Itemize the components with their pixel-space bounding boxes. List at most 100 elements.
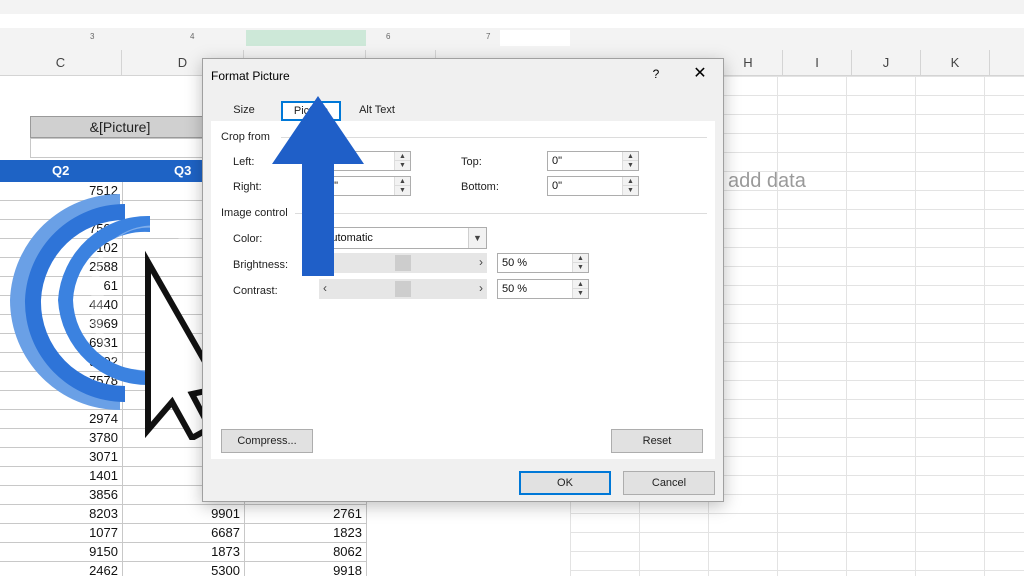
table-cell[interactable]: 3071: [0, 449, 118, 464]
tab-alt-text[interactable]: Alt Text: [349, 101, 405, 121]
contrast-label: Contrast:: [233, 285, 278, 297]
table-cell[interactable]: 2588: [0, 259, 118, 274]
dialog-title: Format Picture: [211, 69, 290, 83]
crop-left-spinner[interactable]: 0" ▲ ▼: [323, 151, 411, 171]
table-row[interactable]: 9150 1873 8062: [0, 543, 366, 562]
spin-up-icon[interactable]: ▲: [395, 152, 410, 161]
table-cell[interactable]: 61: [0, 278, 118, 293]
table-cell[interactable]: 1077: [0, 525, 118, 540]
column-header-i[interactable]: I: [783, 50, 852, 76]
contrast-spinner[interactable]: 50 % ▲ ▼: [497, 279, 589, 299]
table-cell[interactable]: 5300: [122, 563, 240, 576]
spin-down-icon[interactable]: ▼: [573, 289, 588, 298]
table-cell[interactable]: 9901: [122, 506, 240, 521]
crop-bottom-spinner[interactable]: 0" ▲ ▼: [547, 176, 639, 196]
table-cell[interactable]: 8203: [0, 506, 118, 521]
column-header-c[interactable]: C: [0, 50, 122, 76]
spin-down-icon[interactable]: ▼: [395, 161, 410, 170]
chevron-left-icon[interactable]: ‹: [323, 255, 327, 269]
crop-top-value: 0": [552, 155, 563, 167]
table-cell[interactable]: 8062: [244, 544, 362, 559]
table-cell[interactable]: 1401: [0, 468, 118, 483]
table-cell[interactable]: 4981: [0, 392, 118, 407]
color-dropdown[interactable]: Automatic ▼: [319, 227, 487, 249]
column-header-j[interactable]: J: [852, 50, 921, 76]
table-cell[interactable]: 9150: [0, 544, 118, 559]
table-cell[interactable]: 6687: [122, 525, 240, 540]
crop-top-spinner[interactable]: 0" ▲ ▼: [547, 151, 639, 171]
spin-up-icon[interactable]: ▲: [623, 152, 638, 161]
brightness-slider[interactable]: ‹ ›: [319, 253, 487, 273]
crop-left-label: Left:: [233, 156, 255, 168]
cancel-button[interactable]: Cancel: [623, 471, 715, 495]
table-cell[interactable]: 9102: [0, 240, 118, 255]
chevron-right-icon[interactable]: ›: [479, 255, 483, 269]
contrast-thumb[interactable]: [395, 281, 411, 297]
table-row[interactable]: 2462 5300 9918: [0, 562, 366, 576]
table-cell[interactable]: 7506: [0, 221, 118, 236]
reset-button[interactable]: Reset: [611, 429, 703, 453]
group-divider: [295, 213, 707, 214]
ruler-number: 7: [486, 32, 491, 41]
table-cell[interactable]: 1823: [244, 525, 362, 540]
crop-left-value: 0": [328, 155, 339, 167]
spin-down-icon[interactable]: ▼: [623, 186, 638, 195]
chevron-left-icon[interactable]: ‹: [323, 281, 327, 295]
brightness-thumb[interactable]: [395, 255, 411, 271]
ribbon-strip: [0, 0, 1024, 14]
table-cell[interactable]: 7578: [0, 373, 118, 388]
table-cell[interactable]: 3856: [0, 487, 118, 502]
crop-right-value: 0": [328, 180, 339, 192]
table-cell[interactable]: 2645: [0, 202, 118, 217]
ruler-highlight: [246, 30, 366, 46]
compress-button[interactable]: Compress...: [221, 429, 313, 453]
empty-merged-cell[interactable]: [30, 138, 210, 158]
ruler-number: 3: [90, 32, 95, 41]
table-cell[interactable]: 9918: [244, 563, 362, 576]
spin-down-icon[interactable]: ▼: [573, 263, 588, 272]
chevron-down-icon[interactable]: ▼: [468, 228, 486, 248]
table-row[interactable]: 8203 9901 2761: [0, 505, 366, 524]
table-row[interactable]: 1077 6687 1823: [0, 524, 366, 543]
table-cell[interactable]: 3969: [0, 316, 118, 331]
help-button[interactable]: ?: [647, 65, 665, 83]
column-header-k[interactable]: K: [921, 50, 990, 76]
table-cell[interactable]: 9892: [0, 354, 118, 369]
spin-up-icon[interactable]: ▲: [395, 177, 410, 186]
tab-size[interactable]: Size: [221, 101, 267, 121]
table-cell[interactable]: 6931: [0, 335, 118, 350]
column-header-h[interactable]: H: [714, 50, 783, 76]
group-divider: [281, 137, 707, 138]
table-cell[interactable]: 2974: [0, 411, 118, 426]
close-icon[interactable]: ✕: [689, 63, 711, 85]
picture-tab-panel: Crop from Left: 0" ▲ ▼ Top: 0" ▲ ▼ Right: …: [211, 121, 715, 459]
header-footer-picture-cell[interactable]: &[Picture]: [30, 116, 210, 138]
add-data-hint: add data: [728, 170, 806, 192]
brightness-spinner[interactable]: 50 % ▲ ▼: [497, 253, 589, 273]
table-cell[interactable]: 1873: [122, 544, 240, 559]
tab-picture[interactable]: Picture: [281, 101, 341, 121]
crop-bottom-value: 0": [552, 180, 563, 192]
spin-up-icon[interactable]: ▲: [573, 254, 588, 263]
contrast-slider[interactable]: ‹ ›: [319, 279, 487, 299]
quarter-header-q3: Q3: [174, 163, 192, 178]
color-label: Color:: [233, 233, 263, 245]
table-cell[interactable]: 3780: [0, 430, 118, 445]
table-cell[interactable]: 2462: [0, 563, 118, 576]
spin-up-icon[interactable]: ▲: [573, 280, 588, 289]
ruler-blank: [500, 30, 570, 46]
crop-bottom-label: Bottom:: [461, 181, 499, 193]
image-control-heading: Image control: [221, 207, 288, 219]
ok-button[interactable]: OK: [519, 471, 611, 495]
spin-up-icon[interactable]: ▲: [623, 177, 638, 186]
chevron-right-icon[interactable]: ›: [479, 281, 483, 295]
brightness-value: 50 %: [502, 257, 528, 269]
table-cell[interactable]: 7512: [0, 183, 118, 198]
table-cell[interactable]: 2761: [244, 506, 362, 521]
spin-down-icon[interactable]: ▼: [395, 186, 410, 195]
crop-right-spinner[interactable]: 0" ▲ ▼: [323, 176, 411, 196]
ruler-number: 4: [190, 32, 195, 41]
excel-window: 3 4 5 6 7 C D H I J K add data &[Picture…: [0, 0, 1024, 576]
table-cell[interactable]: 4440: [0, 297, 118, 312]
spin-down-icon[interactable]: ▼: [623, 161, 638, 170]
